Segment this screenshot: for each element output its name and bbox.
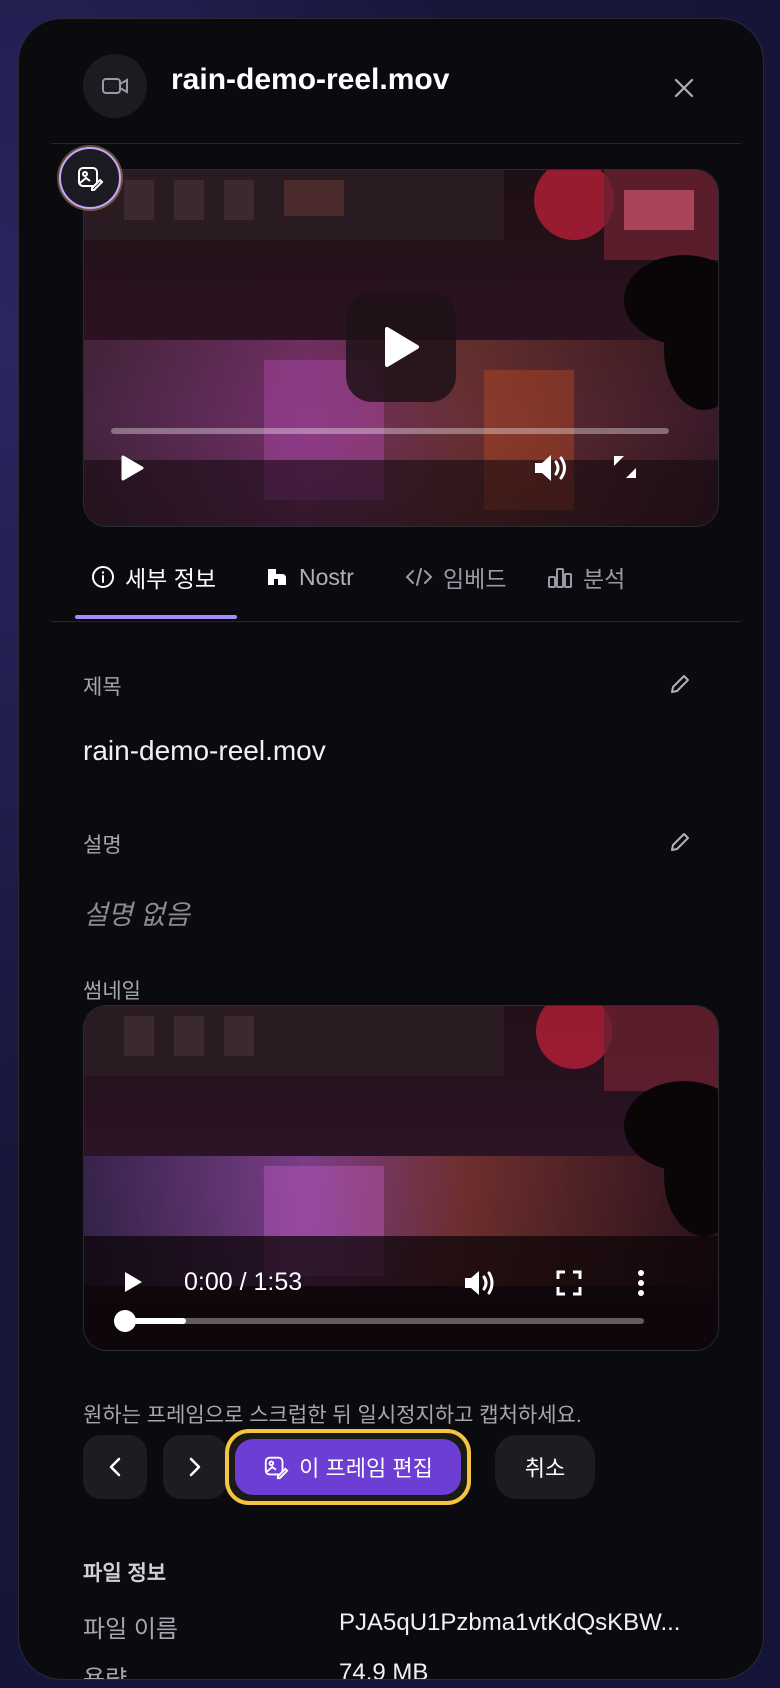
title-label: 제목	[83, 676, 122, 699]
description-value: 설명 없음	[83, 900, 190, 930]
header-divider	[51, 143, 741, 144]
file-size-label: 용량	[83, 1666, 128, 1680]
chevron-right-icon	[189, 1457, 201, 1477]
info-icon	[92, 566, 114, 588]
time-display: 0:00 / 1:53	[184, 1268, 303, 1296]
big-play-button[interactable]	[346, 292, 456, 402]
edit-thumbnail-badge[interactable]	[59, 147, 121, 209]
play-icon	[121, 455, 144, 481]
tab-label: 임베드	[443, 566, 507, 592]
close-button[interactable]	[667, 71, 701, 105]
thumbnail-seek-bar[interactable]	[124, 1318, 644, 1324]
edit-description-button[interactable]	[665, 827, 695, 857]
tab-details[interactable]: 세부 정보	[91, 557, 216, 597]
thumbnail-volume-button[interactable]	[462, 1266, 498, 1300]
seek-bar[interactable]	[111, 428, 669, 434]
tab-bar: 세부 정보 Nostr 임베드 분석	[19, 539, 763, 622]
close-icon	[674, 78, 694, 98]
image-edit-icon	[265, 1456, 289, 1480]
more-options-button[interactable]	[626, 1266, 656, 1300]
file-size-value: 74.9 MB	[339, 1659, 429, 1680]
more-vertical-icon	[638, 1270, 644, 1296]
title-value: rain-demo-reel.mov	[83, 735, 326, 766]
active-tab-indicator	[75, 615, 237, 619]
thumbnail-seek-handle[interactable]	[114, 1310, 136, 1332]
play-icon	[125, 1272, 142, 1292]
previous-frame-button[interactable]	[83, 1435, 147, 1499]
play-button[interactable]	[116, 452, 148, 484]
edit-frame-highlight: 이 프레임 편집	[225, 1429, 471, 1505]
image-edit-icon	[78, 167, 104, 191]
edit-this-frame-button[interactable]: 이 프레임 편집	[235, 1439, 461, 1495]
thumbnail-frame	[84, 1006, 718, 1350]
thumbnail-video-player[interactable]: 0:00 / 1:53	[83, 1005, 719, 1351]
file-info-heading: 파일 정보	[83, 1562, 167, 1585]
pencil-icon	[671, 675, 689, 693]
thumbnail-fullscreen-button[interactable]	[554, 1268, 584, 1298]
tab-analytics[interactable]: 분석	[547, 557, 625, 597]
code-icon	[405, 568, 433, 586]
tab-embed[interactable]: 임베드	[405, 557, 506, 597]
next-frame-button[interactable]	[163, 1435, 227, 1499]
fullscreen-icon	[614, 456, 636, 478]
volume-button[interactable]	[532, 450, 572, 486]
pencil-icon	[671, 833, 689, 851]
chevron-left-icon	[109, 1457, 121, 1477]
edit-frame-label: 이 프레임 편집	[299, 1456, 433, 1481]
cancel-button[interactable]: 취소	[495, 1435, 595, 1499]
tab-label: Nostr	[299, 563, 354, 590]
thumbnail-play-button[interactable]	[118, 1264, 148, 1300]
file-name-value: PJA5qU1Pzbma1vtKdQsKBW...	[339, 1609, 681, 1636]
play-icon	[385, 327, 419, 367]
thumbnail-label: 썸네일	[83, 980, 141, 1003]
edit-title-button[interactable]	[665, 669, 695, 699]
fullscreen-icon	[556, 1270, 582, 1296]
bar-chart-icon	[548, 568, 572, 588]
volume-icon	[465, 1271, 494, 1295]
scrub-hint: 원하는 프레임으로 스크럽한 뒤 일시정지하고 캡처하세요.	[83, 1404, 582, 1427]
tabs-divider	[51, 621, 741, 622]
tab-label: 세부 정보	[125, 566, 217, 592]
file-name-label: 파일 이름	[83, 1616, 178, 1643]
video-camera-icon	[83, 54, 147, 118]
media-details-modal: rain-demo-reel.mov 세부 정보 Nostr 임베드 분석 제목…	[18, 18, 764, 1680]
tab-label: 분석	[583, 566, 626, 592]
description-label: 설명	[83, 834, 122, 857]
fullscreen-button[interactable]	[610, 452, 640, 482]
tab-nostr[interactable]: Nostr	[265, 557, 354, 597]
modal-header: rain-demo-reel.mov	[19, 19, 763, 144]
video-player[interactable]	[83, 169, 719, 527]
volume-icon	[535, 455, 566, 481]
modal-title: rain-demo-reel.mov	[171, 63, 450, 96]
nostr-icon	[268, 569, 286, 585]
